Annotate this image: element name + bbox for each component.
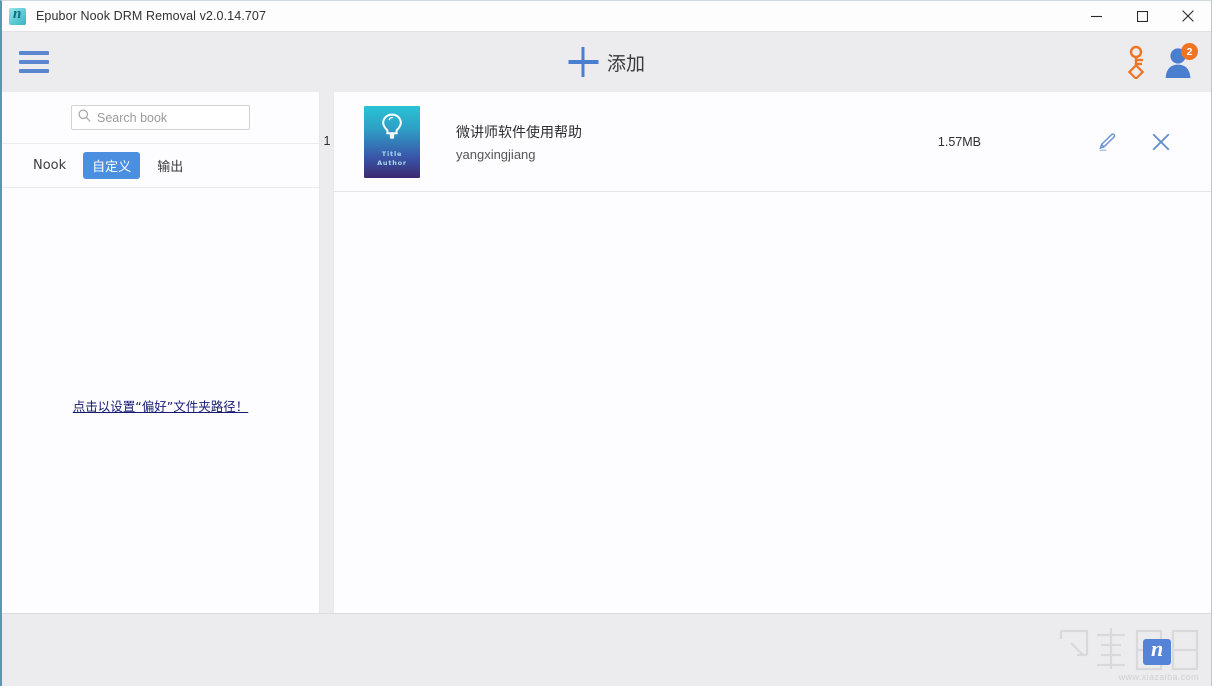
plus-icon [567,47,598,77]
book-file-size: 1.57MB [937,134,981,149]
window-controls [1073,1,1211,32]
xiazaiba-logo: www.xiazaiba.com [1057,625,1203,683]
cover-meta: Title Author [377,150,407,166]
table-row[interactable]: Title Author 微讲师软件使用帮助 yangxingjiang 1.5… [334,92,1211,192]
app-window: Epubor Nook DRM Removal v2.0.14.707 添加 [0,0,1212,686]
search-input[interactable] [97,110,258,125]
main-toolbar: 添加 2 [2,32,1211,92]
add-button-label: 添加 [606,52,646,75]
maximize-icon[interactable] [1119,1,1165,32]
search-row [2,92,319,144]
account-badge: 2 [1181,43,1198,60]
nook-app-icon [9,6,26,25]
book-cover: Title Author [364,105,420,178]
cover-author-label: Author [377,158,407,167]
row-number-gutter: 1 [321,92,333,613]
sidebar-panel: Nook 自定义 输出 点击以设置“偏好”文件夹路径！ [2,92,320,613]
window-title: Epubor Nook DRM Removal v2.0.14.707 [36,9,267,23]
key-icon[interactable] [1126,45,1146,81]
row-actions [1097,131,1171,153]
minimize-icon[interactable] [1073,1,1119,32]
tab-custom[interactable]: 自定义 [83,152,141,179]
tab-output[interactable]: 输出 [148,152,192,179]
toolbar-right-actions: 2 [1126,43,1198,81]
title-bar: Epubor Nook DRM Removal v2.0.14.707 [2,1,1211,32]
book-author: yangxingjiang [456,146,536,162]
close-icon[interactable] [1165,1,1211,32]
search-icon [78,109,91,127]
account-avatar-icon[interactable]: 2 [1161,43,1198,79]
pencil-edit-icon[interactable] [1097,131,1119,153]
lightbulb-icon [380,112,404,147]
cover-title-label: Title [381,150,403,159]
close-x-icon[interactable] [1151,132,1171,152]
tab-nook[interactable]: Nook [24,154,75,177]
watermark-url: www.xiazaiba.com [1118,672,1199,682]
preference-path-link[interactable]: 点击以设置“偏好”文件夹路径！ [2,396,319,415]
sidebar-tabs: Nook 自定义 输出 [2,144,319,188]
hamburger-menu-icon[interactable] [19,51,53,73]
xiazaiba-badge-icon [1143,636,1171,665]
row-number: 1 [323,134,331,148]
book-list-panel: Title Author 微讲师软件使用帮助 yangxingjiang 1.5… [333,92,1211,613]
footer-bar: www.xiazaiba.com [2,613,1211,685]
search-box[interactable] [71,105,258,130]
add-button[interactable]: 添加 [567,47,646,77]
book-meta: 微讲师软件使用帮助 yangxingjiang [456,122,582,162]
sidebar-body: 点击以设置“偏好”文件夹路径！ [2,188,319,611]
book-title: 微讲师软件使用帮助 [456,124,582,141]
